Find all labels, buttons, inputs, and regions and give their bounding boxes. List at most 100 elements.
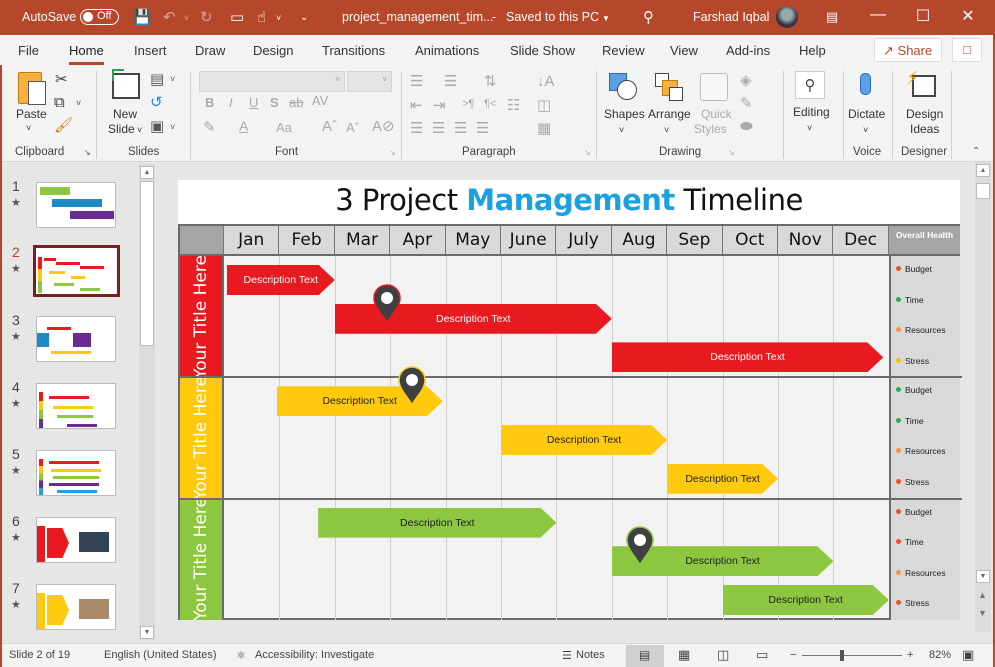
align-right-icon[interactable]: ☰: [454, 121, 467, 136]
file-name[interactable]: project_management_tim...: [342, 10, 493, 24]
tab-slide-show[interactable]: Slide Show: [510, 43, 575, 58]
timeline-bar[interactable]: Description Text: [723, 585, 889, 615]
close-icon[interactable]: ✕: [958, 6, 978, 26]
tab-help[interactable]: Help: [799, 43, 826, 58]
tab-review[interactable]: Review: [602, 43, 645, 58]
row-title[interactable]: Your Title Here: [180, 376, 224, 500]
tab-home[interactable]: Home: [69, 43, 104, 65]
text-shadow-icon[interactable]: S: [270, 96, 279, 109]
font-size-dropdown[interactable]: ˅: [347, 71, 392, 92]
autosave-toggle[interactable]: Off: [80, 9, 119, 25]
fit-to-window-icon[interactable]: ▣: [962, 647, 974, 663]
save-icon[interactable]: 💾: [133, 8, 152, 26]
increase-font-size-icon[interactable]: Aˆ: [322, 119, 337, 134]
copy-icon[interactable]: ⧉: [54, 95, 65, 110]
touch-mode-icon[interactable]: ☝: [257, 8, 266, 26]
comments-button[interactable]: □: [952, 38, 982, 62]
tab-file[interactable]: File: [18, 43, 39, 58]
save-status[interactable]: Saved to this PC: [506, 10, 599, 24]
tab-draw[interactable]: Draw: [195, 43, 225, 58]
clipboard-launcher-icon[interactable]: ↘: [84, 149, 91, 157]
user-name[interactable]: Farshad Iqbal: [693, 10, 769, 24]
collapse-ribbon-icon[interactable]: ⌃: [972, 147, 980, 157]
align-left-icon[interactable]: ☰: [410, 121, 423, 136]
tab-transitions[interactable]: Transitions: [322, 43, 385, 58]
editing-button[interactable]: ⚲ Editing ˅: [793, 68, 830, 143]
decrease-indent-icon[interactable]: ⇤: [410, 98, 423, 113]
accessibility-status[interactable]: Accessibility: Investigate: [255, 649, 374, 661]
previous-slide-icon[interactable]: ▲: [978, 590, 987, 600]
undo-dropdown-icon[interactable]: ˅: [184, 13, 189, 23]
timeline-bar[interactable]: Description Text: [501, 425, 667, 455]
accessibility-icon[interactable]: ⚛: [236, 649, 246, 662]
slide-canvas[interactable]: 3 Project Management Timeline Overall He…: [178, 180, 962, 621]
timeline-table[interactable]: Overall Health Budget Time Resources Stress…: [178, 224, 962, 621]
font-name-dropdown[interactable]: ˅: [199, 71, 345, 92]
customize-toolbar-icon[interactable]: ⌄: [300, 12, 308, 23]
ltr-icon[interactable]: >¶: [462, 99, 474, 110]
row-title[interactable]: Your Title Here: [180, 497, 224, 621]
scroll-up-icon[interactable]: ▲: [976, 164, 990, 177]
save-status-dropdown-icon[interactable]: ▼: [602, 14, 610, 23]
columns-icon[interactable]: ☷: [507, 98, 520, 113]
highlight-icon[interactable]: ✎: [203, 120, 216, 135]
timeline-bar[interactable]: Description Text: [612, 342, 883, 372]
zoom-out-icon[interactable]: −: [790, 649, 796, 661]
justify-icon[interactable]: ☰: [476, 121, 489, 136]
scroll-down-icon[interactable]: ▼: [140, 626, 154, 639]
tab-add-ins[interactable]: Add-ins: [726, 43, 770, 58]
avatar[interactable]: [776, 6, 798, 28]
numbering-icon[interactable]: ☰: [444, 74, 457, 89]
decrease-font-size-icon[interactable]: Aˇ: [346, 121, 359, 134]
drawing-launcher-icon[interactable]: ↘: [728, 149, 735, 157]
clear-formatting-icon[interactable]: A⊘: [372, 119, 395, 134]
character-spacing-icon[interactable]: AV: [312, 94, 328, 107]
font-launcher-icon[interactable]: ↘: [389, 149, 396, 157]
scrollbar-thumb[interactable]: [976, 183, 990, 199]
normal-view-button[interactable]: ▤: [626, 645, 664, 667]
zoom-in-icon[interactable]: +: [907, 649, 913, 661]
strikethrough-icon[interactable]: ab: [289, 96, 303, 109]
present-icon[interactable]: ▭: [230, 8, 244, 26]
share-button[interactable]: ↗ Share: [874, 38, 942, 62]
scroll-down-icon[interactable]: ▼: [976, 570, 990, 583]
rtl-icon[interactable]: ¶<: [484, 99, 496, 110]
layout-icon[interactable]: ▤: [150, 72, 164, 87]
center-icon[interactable]: ☰: [432, 121, 445, 136]
language-indicator[interactable]: English (United States): [104, 649, 217, 661]
paragraph-launcher-icon[interactable]: ↘: [584, 149, 591, 157]
bold-icon[interactable]: B: [205, 96, 214, 109]
tab-insert[interactable]: Insert: [134, 43, 167, 58]
text-direction-icon[interactable]: ↓A: [537, 74, 555, 89]
increase-indent-icon[interactable]: ⇥: [433, 98, 446, 113]
shape-fill-icon[interactable]: ◈: [740, 73, 752, 88]
slide-show-icon[interactable]: ▭: [756, 647, 768, 663]
tab-view[interactable]: View: [670, 43, 698, 58]
format-painter-icon[interactable]: 🖌: [54, 118, 73, 133]
cut-icon[interactable]: ✂: [55, 72, 68, 87]
next-slide-icon[interactable]: ▼: [978, 608, 987, 618]
layout-dropdown-icon[interactable]: ˅: [170, 75, 175, 84]
section-dropdown-icon[interactable]: ˅: [170, 123, 175, 132]
zoom-slider[interactable]: [802, 650, 902, 661]
italic-icon[interactable]: I: [229, 96, 233, 109]
timeline-bar[interactable]: Description Text: [318, 508, 556, 538]
slide-scrollbar[interactable]: ▲ ▼ ▲ ▼: [975, 162, 991, 632]
scrollbar-thumb[interactable]: [140, 181, 154, 346]
touch-dropdown-icon[interactable]: ˅: [276, 13, 281, 23]
reading-view-icon[interactable]: ◫: [717, 647, 729, 663]
row-title[interactable]: Your Title Here: [180, 255, 224, 379]
slide-title[interactable]: 3 Project Management Timeline: [178, 183, 960, 217]
search-icon[interactable]: ⚲: [643, 8, 654, 26]
smartart-icon[interactable]: ▦: [537, 121, 551, 136]
zoom-level[interactable]: 82%: [929, 649, 951, 661]
slide-sorter-icon[interactable]: ▦: [678, 647, 690, 663]
timeline-bar[interactable]: Description Text: [667, 464, 778, 494]
line-spacing-icon[interactable]: ⇅: [484, 74, 497, 89]
bullets-icon[interactable]: ☰: [410, 74, 423, 89]
tab-design[interactable]: Design: [253, 43, 293, 58]
font-color-icon[interactable]: A: [239, 119, 248, 133]
minimize-icon[interactable]: —: [868, 6, 888, 24]
tab-animations[interactable]: Animations: [415, 43, 479, 58]
timeline-bar[interactable]: Description Text: [227, 265, 335, 295]
